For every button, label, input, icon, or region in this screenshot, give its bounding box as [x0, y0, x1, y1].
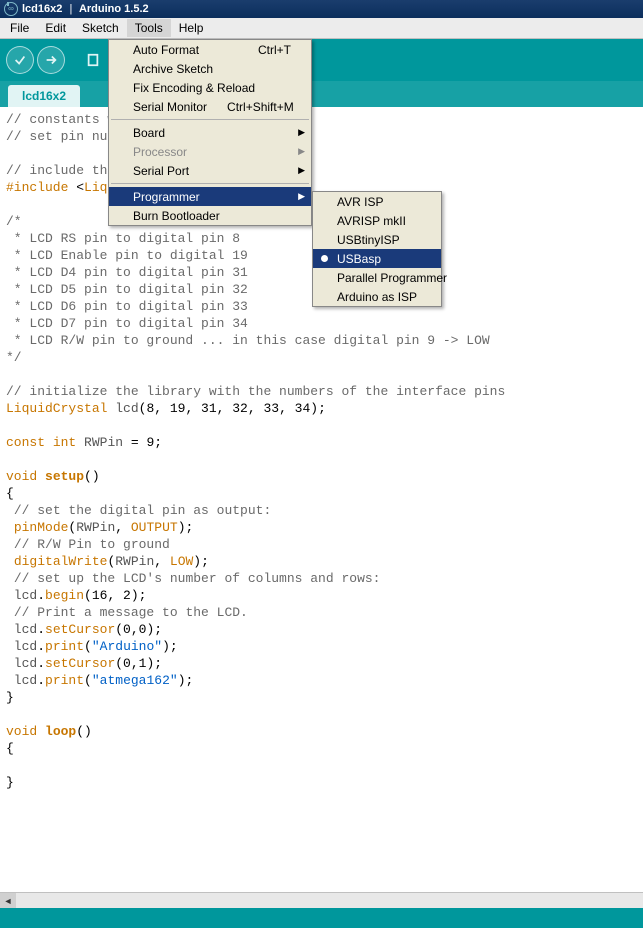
title-sketch: lcd16x2 — [22, 3, 62, 15]
submenu-arrow-icon: ▶ — [298, 146, 305, 157]
prog-avr-isp[interactable]: AVR ISP — [313, 192, 441, 211]
scroll-left-icon[interactable]: ◄ — [0, 893, 16, 908]
upload-button[interactable] — [37, 46, 65, 74]
menu-tools[interactable]: Tools — [127, 19, 171, 37]
tools-burn-bootloader[interactable]: Burn Bootloader — [109, 206, 311, 225]
tools-board[interactable]: Board▶ — [109, 123, 311, 142]
toolbar — [0, 39, 643, 81]
prog-usbasp[interactable]: USBasp — [313, 249, 441, 268]
tools-serial-port[interactable]: Serial Port▶ — [109, 161, 311, 180]
status-bar — [0, 908, 643, 928]
tools-auto-format[interactable]: Auto FormatCtrl+T — [109, 40, 311, 59]
title-app: Arduino 1.5.2 — [79, 3, 149, 15]
prog-arduino-as-isp[interactable]: Arduino as ISP — [313, 287, 441, 306]
menu-separator — [111, 183, 309, 184]
tools-fix-encoding[interactable]: Fix Encoding & Reload — [109, 78, 311, 97]
menu-file[interactable]: File — [2, 19, 37, 37]
prog-avrisp-mkii[interactable]: AVRISP mkII — [313, 211, 441, 230]
submenu-arrow-icon: ▶ — [298, 165, 305, 176]
verify-button[interactable] — [6, 46, 34, 74]
title-sep: | — [69, 3, 72, 15]
tools-dropdown: Auto FormatCtrl+T Archive Sketch Fix Enc… — [108, 39, 312, 226]
radio-checked-icon — [321, 255, 328, 262]
prog-parallel[interactable]: Parallel Programmer — [313, 268, 441, 287]
tools-serial-monitor[interactable]: Serial MonitorCtrl+Shift+M — [109, 97, 311, 116]
arduino-icon — [4, 2, 18, 16]
menu-separator — [111, 119, 309, 120]
menu-sketch[interactable]: Sketch — [74, 19, 127, 37]
menu-edit[interactable]: Edit — [37, 19, 74, 37]
submenu-arrow-icon: ▶ — [298, 191, 305, 202]
menu-help[interactable]: Help — [171, 19, 212, 37]
new-button[interactable] — [79, 46, 107, 74]
tools-programmer[interactable]: Programmer▶ — [109, 187, 311, 206]
tab-bar: lcd16x2 — [0, 81, 643, 107]
menubar: File Edit Sketch Tools Help — [0, 18, 643, 39]
tab-sketch[interactable]: lcd16x2 — [8, 85, 80, 107]
horizontal-scrollbar[interactable]: ◄ — [0, 892, 643, 908]
tools-processor[interactable]: Processor▶ — [109, 142, 311, 161]
window-titlebar: lcd16x2 | Arduino 1.5.2 — [0, 0, 643, 18]
programmer-submenu: AVR ISP AVRISP mkII USBtinyISP USBasp Pa… — [312, 191, 442, 307]
tools-archive-sketch[interactable]: Archive Sketch — [109, 59, 311, 78]
prog-usbtinyisp[interactable]: USBtinyISP — [313, 230, 441, 249]
submenu-arrow-icon: ▶ — [298, 127, 305, 138]
